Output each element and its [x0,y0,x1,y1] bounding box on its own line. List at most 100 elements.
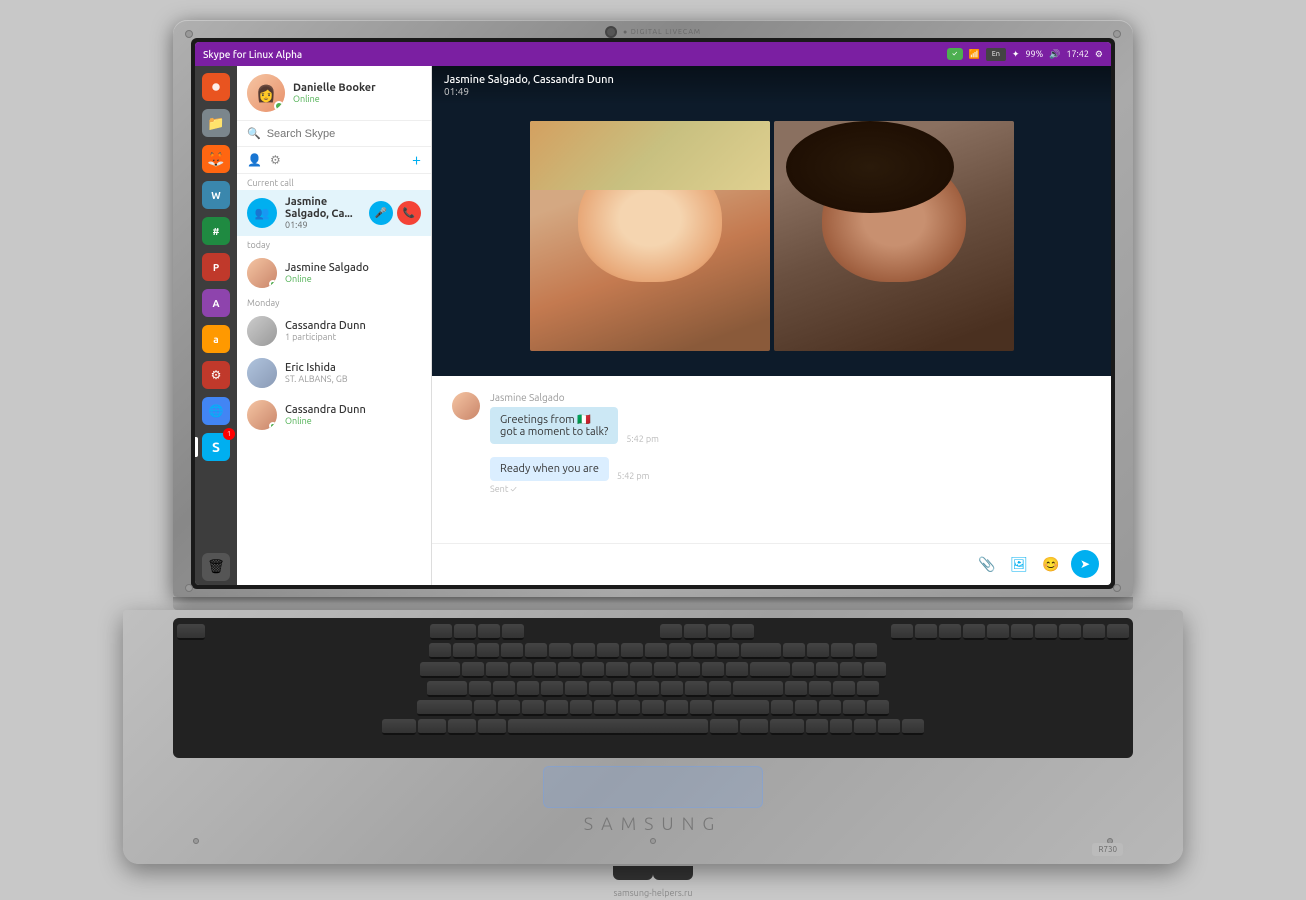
contacts-icon[interactable]: 👤 [247,153,262,167]
key-minus[interactable] [693,643,715,659]
emoji-button[interactable]: 😊 [1039,552,1063,576]
key-s[interactable] [493,681,515,697]
key-caps[interactable] [427,681,467,697]
key-numenter[interactable] [857,681,879,697]
key-f[interactable] [541,681,563,697]
key-1[interactable] [453,643,475,659]
key-down[interactable] [830,719,852,735]
contact-cassandra[interactable]: Cassandra Dunn 1 participant [237,310,431,352]
key-ctrl-r[interactable] [770,719,804,735]
key-k[interactable] [637,681,659,697]
key-ctrl-l[interactable] [382,719,416,735]
key-num5[interactable] [809,681,831,697]
key-numminus[interactable] [855,643,877,659]
key-f7[interactable] [708,624,730,640]
key-x[interactable] [498,700,520,716]
key-fn-l[interactable] [418,719,446,735]
key-win[interactable] [448,719,476,735]
key-f3[interactable] [478,624,500,640]
key-0[interactable] [669,643,691,659]
key-numplus[interactable] [864,662,886,678]
key-p[interactable] [678,662,700,678]
key-n[interactable] [594,700,616,716]
key-period[interactable] [666,700,688,716]
key-backslash[interactable] [750,662,790,678]
key-slash[interactable] [690,700,712,716]
key-f5[interactable] [660,624,682,640]
key-l[interactable] [661,681,683,697]
dock-chrome[interactable]: 🌐 [199,394,233,428]
key-9[interactable] [645,643,667,659]
key-f11[interactable] [939,624,961,640]
key-v[interactable] [546,700,568,716]
key-c[interactable] [522,700,544,716]
key-num0[interactable] [878,719,900,735]
search-input[interactable] [267,128,421,140]
key-b[interactable] [570,700,592,716]
key-o[interactable] [654,662,676,678]
key-tab[interactable] [420,662,460,678]
key-quote[interactable] [709,681,731,697]
key-num3[interactable] [843,700,865,716]
key-f9[interactable] [891,624,913,640]
contact-eric[interactable]: Eric Ishida ST. ALBANS, GB [237,352,431,394]
key-nummul[interactable] [831,643,853,659]
key-f1[interactable] [430,624,452,640]
key-f6[interactable] [684,624,706,640]
key-del[interactable] [987,624,1009,640]
dock-calc[interactable]: # [199,214,233,248]
key-end[interactable] [1059,624,1081,640]
key-t[interactable] [558,662,580,678]
dock-writer[interactable]: W [199,178,233,212]
key-r[interactable] [534,662,556,678]
key-rbracket[interactable] [726,662,748,678]
image-button[interactable]: 🖼 [1007,552,1031,576]
end-call-button[interactable]: 📞 [397,201,421,225]
key-3[interactable] [501,643,523,659]
key-h[interactable] [589,681,611,697]
add-contact-button[interactable]: + [412,151,421,169]
key-f4[interactable] [502,624,524,640]
key-pgdn[interactable] [1107,624,1129,640]
key-pgup[interactable] [1083,624,1105,640]
key-lshift[interactable] [417,700,472,716]
key-comma[interactable] [642,700,664,716]
key-altgr[interactable] [710,719,738,735]
key-alt[interactable] [478,719,506,735]
key-5[interactable] [549,643,571,659]
contact-cassandra2[interactable]: Cassandra Dunn Online [237,394,431,436]
dock-trash[interactable]: 🗑 [199,547,233,581]
send-button[interactable]: ➤ [1071,550,1099,578]
key-j[interactable] [613,681,635,697]
key-up[interactable] [771,700,793,716]
key-num1[interactable] [795,700,817,716]
touchpad[interactable] [543,766,763,808]
key-f12[interactable] [963,624,985,640]
message-input[interactable] [444,558,965,570]
current-call-item[interactable]: 👥 Jasmine Salgado, Ca... 01:49 🎤 📞 [237,190,431,236]
key-q[interactable] [462,662,484,678]
dock-settings-app[interactable]: ⚙ [199,358,233,392]
key-z[interactable] [474,700,496,716]
key-y[interactable] [582,662,604,678]
key-esc[interactable] [177,624,205,640]
key-numlock[interactable] [783,643,805,659]
key-semi[interactable] [685,681,707,697]
key-ins[interactable] [1011,624,1033,640]
key-num6[interactable] [833,681,855,697]
key-u[interactable] [606,662,628,678]
dock-text[interactable]: A [199,286,233,320]
key-num2[interactable] [819,700,841,716]
key-tilde[interactable] [429,643,451,659]
settings-toolbar-icon[interactable]: ⚙ [270,153,281,167]
dock-files[interactable]: 📁 [199,106,233,140]
key-f8[interactable] [732,624,754,640]
key-num4[interactable] [785,681,807,697]
key-f10[interactable] [915,624,937,640]
key-d[interactable] [517,681,539,697]
key-i[interactable] [630,662,652,678]
key-2[interactable] [477,643,499,659]
add-media-button[interactable]: 📎 [975,552,999,576]
key-e[interactable] [510,662,532,678]
dock-firefox[interactable]: 🦊 [199,142,233,176]
